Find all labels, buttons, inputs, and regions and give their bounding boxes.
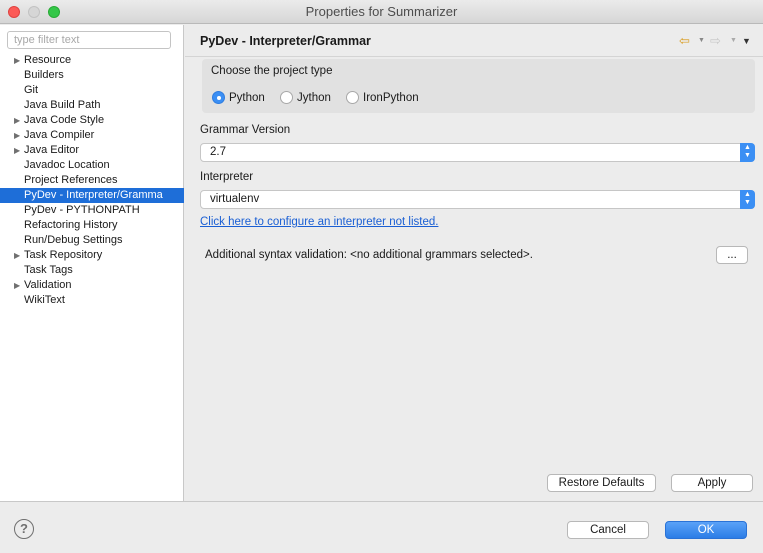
- tree-item-label: Java Editor: [24, 144, 80, 156]
- grammar-version-label: Grammar Version: [200, 124, 291, 136]
- tree-item[interactable]: ▶ Resource: [0, 53, 184, 68]
- select-stepper-icon: ▲ ▼: [740, 190, 755, 209]
- tree-item-label: Task Repository: [24, 249, 103, 261]
- back-arrow-icon[interactable]: ⇦: [679, 33, 690, 49]
- tree-item-label: PyDev - PYTHONPATH: [24, 204, 140, 216]
- tree-item-label: Project References: [24, 174, 118, 186]
- tree-item-label: Javadoc Location: [24, 159, 110, 171]
- tree-item-label: Resource: [24, 54, 72, 66]
- tree-item-label: Java Compiler: [24, 129, 95, 141]
- radio-python[interactable]: Python: [212, 91, 265, 105]
- page-header: PyDev - Interpreter/Grammar ⇦ ▼ ⇨ ▼ ▼: [185, 25, 763, 57]
- tree-item[interactable]: WikiText: [0, 293, 184, 308]
- project-type-group: Choose the project type Python Jython Ir…: [202, 59, 755, 113]
- radio-jython[interactable]: Jython: [280, 91, 331, 105]
- tree-item[interactable]: Run/Debug Settings: [0, 233, 184, 248]
- tree-item[interactable]: ▶ Validation: [0, 278, 184, 293]
- tree-item-label: Task Tags: [24, 264, 73, 276]
- tree-item[interactable]: ▶ Task Repository: [0, 248, 184, 263]
- tree-item[interactable]: Javadoc Location: [0, 158, 184, 173]
- select-stepper-icon: ▲ ▼: [740, 143, 755, 162]
- radio-dot-icon: [346, 91, 359, 104]
- radio-ironpython[interactable]: IronPython: [346, 91, 419, 105]
- interpreter-label: Interpreter: [200, 171, 254, 183]
- tree-item[interactable]: ▶ Java Editor: [0, 143, 184, 158]
- radio-dot-icon: [280, 91, 293, 104]
- preference-tree: ▶ Resource Builders Git Java Build Path ▶ Java…: [0, 53, 184, 308]
- restore-defaults-button[interactable]: Restore Defaults: [547, 474, 656, 492]
- tree-item-label: Java Code Style: [24, 114, 105, 126]
- tree-item-label: Builders: [24, 69, 64, 81]
- tree-item[interactable]: ▶ Java Compiler: [0, 128, 184, 143]
- preference-tree-pane: ▶ Resource Builders Git Java Build Path ▶ Java…: [0, 25, 184, 501]
- expand-arrow-icon[interactable]: ▶: [14, 143, 20, 158]
- interpreter-select[interactable]: virtualenv ▲ ▼: [200, 190, 755, 209]
- expand-arrow-icon[interactable]: ▶: [14, 53, 20, 68]
- tree-item-label: Refactoring History: [24, 219, 118, 231]
- select-grammars-button[interactable]: ...: [716, 246, 748, 264]
- tree-item[interactable]: ▶ Java Code Style: [0, 113, 184, 128]
- ok-button[interactable]: OK: [665, 521, 747, 539]
- tree-item[interactable]: Task Tags: [0, 263, 184, 278]
- expand-arrow-icon[interactable]: ▶: [14, 278, 20, 293]
- tree-item-label: Java Build Path: [24, 99, 101, 111]
- tree-item[interactable]: Builders: [0, 68, 184, 83]
- filter-input[interactable]: [7, 31, 171, 49]
- tree-item[interactable]: PyDev - PYTHONPATH: [0, 203, 184, 218]
- radio-dot-icon: [212, 91, 225, 104]
- forward-history-dropdown-icon[interactable]: ▼: [730, 37, 737, 44]
- title-bar: Properties for Summarizer: [0, 0, 763, 24]
- cancel-button[interactable]: Cancel: [567, 521, 649, 539]
- properties-page: PyDev - Interpreter/Grammar ⇦ ▼ ⇨ ▼ ▼ Ch…: [185, 25, 763, 501]
- tree-item-label: PyDev - Interpreter/Gramma: [24, 189, 163, 201]
- apply-button[interactable]: Apply: [671, 474, 753, 492]
- tree-item[interactable]: Git: [0, 83, 184, 98]
- grammar-version-select[interactable]: 2.7 ▲ ▼: [200, 143, 755, 162]
- tree-item-label: Validation: [24, 279, 72, 291]
- tree-item[interactable]: Project References: [0, 173, 184, 188]
- view-menu-icon[interactable]: ▼: [742, 36, 751, 46]
- page-title: PyDev - Interpreter/Grammar: [200, 34, 371, 48]
- project-type-label: Choose the project type: [211, 65, 333, 77]
- tree-item[interactable]: PyDev - Interpreter/Gramma: [0, 188, 184, 203]
- grammar-version-value: 2.7: [210, 146, 226, 158]
- window-title: Properties for Summarizer: [305, 4, 458, 19]
- configure-interpreter-link[interactable]: Click here to configure an interpreter n…: [200, 216, 438, 228]
- tree-item[interactable]: Java Build Path: [0, 98, 184, 113]
- back-history-dropdown-icon[interactable]: ▼: [698, 37, 705, 44]
- syntax-validation-text: Additional syntax validation: <no additi…: [205, 249, 533, 261]
- tree-item-label: WikiText: [24, 294, 65, 306]
- forward-arrow-icon[interactable]: ⇨: [710, 33, 721, 49]
- expand-arrow-icon[interactable]: ▶: [14, 113, 20, 128]
- expand-arrow-icon[interactable]: ▶: [14, 248, 20, 263]
- help-icon[interactable]: ?: [14, 519, 34, 539]
- dialog-footer: ? Cancel OK: [0, 501, 763, 553]
- interpreter-value: virtualenv: [210, 193, 260, 205]
- tree-item[interactable]: Refactoring History: [0, 218, 184, 233]
- tree-item-label: Git: [24, 84, 39, 96]
- expand-arrow-icon[interactable]: ▶: [14, 128, 20, 143]
- tree-item-label: Run/Debug Settings: [24, 234, 123, 246]
